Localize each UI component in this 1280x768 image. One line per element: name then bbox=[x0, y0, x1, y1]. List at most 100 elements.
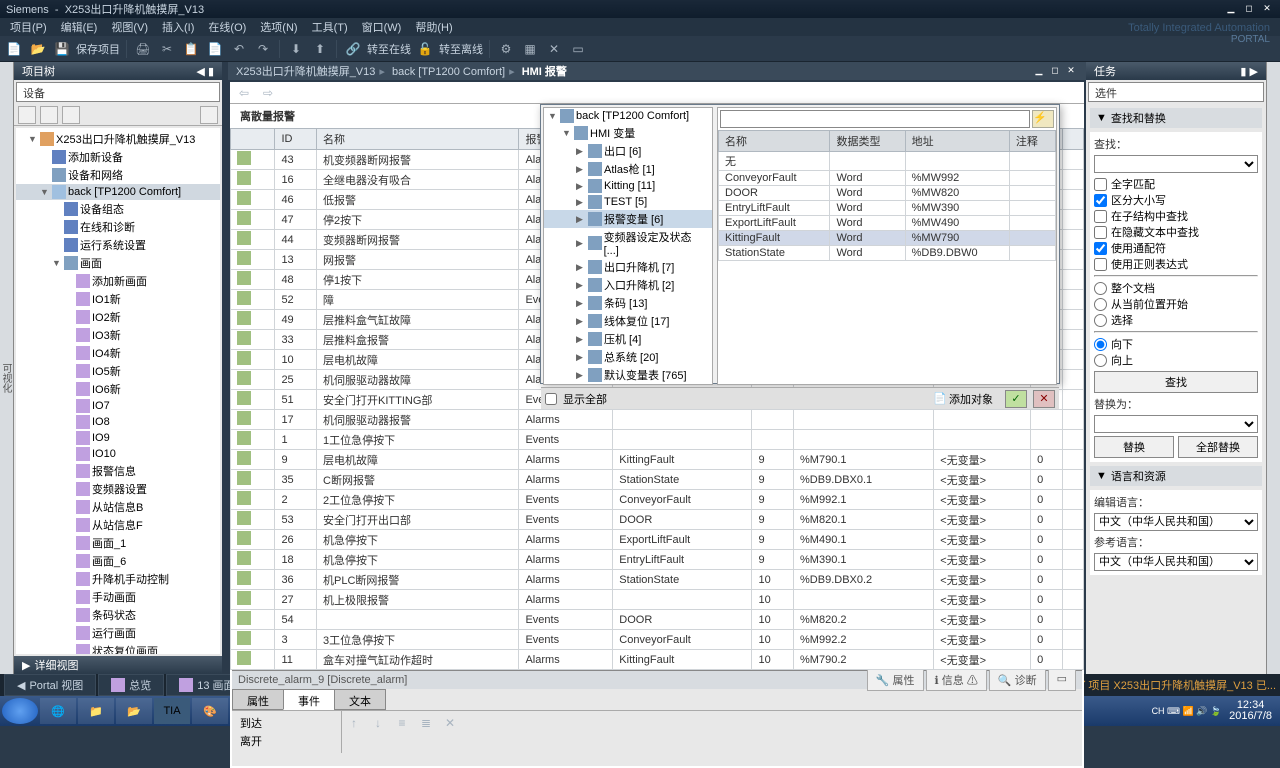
tree-item[interactable]: IO5新 bbox=[16, 362, 220, 380]
tab-properties[interactable]: 🔧 属性 bbox=[867, 669, 924, 691]
popup-tree-item[interactable]: ▶TEST [5] bbox=[544, 194, 712, 210]
popup-tree-item[interactable]: ▶报警变量 [6] bbox=[544, 210, 712, 228]
project-tree[interactable]: ▼X253出口升降机触摸屏_V13添加新设备设备和网络▼back [TP1200… bbox=[16, 128, 220, 654]
tree-item[interactable]: ▼X253出口升降机触摸屏_V13 bbox=[16, 130, 220, 148]
popup-tree-item[interactable]: ▶Atlas枪 [1] bbox=[544, 160, 712, 178]
editor-close-icon[interactable]: ✕ bbox=[1064, 65, 1078, 77]
status-tab[interactable]: 总览 bbox=[98, 674, 164, 696]
popup-tree[interactable]: ▼back [TP1200 Comfort]▼HMI 变量▶出口 [6]▶Atl… bbox=[543, 107, 713, 385]
list-item[interactable]: ConveyorFaultWord%MW992 bbox=[719, 171, 1056, 186]
table-row[interactable]: 11工位急停按下Events bbox=[231, 430, 1084, 450]
tree-item[interactable]: 画面_1 bbox=[16, 534, 220, 552]
popup-tree-item[interactable]: ▶总系统 [20] bbox=[544, 348, 712, 366]
fwd-icon[interactable]: ⇨ bbox=[258, 83, 278, 103]
table-row[interactable]: 27机上极限报警Alarms10<无变量>0 bbox=[231, 590, 1084, 610]
tree-item[interactable]: 状态复位画面 bbox=[16, 642, 220, 654]
tree-item[interactable]: IO3新 bbox=[16, 326, 220, 344]
tab-diag[interactable]: 🔍 诊断 bbox=[989, 669, 1046, 691]
find-button[interactable]: 查找 bbox=[1094, 371, 1258, 393]
tree-item[interactable]: 运行系统设置 bbox=[16, 236, 220, 254]
popup-tree-item[interactable]: ▶条码 [13] bbox=[544, 294, 712, 312]
popup-tree-item[interactable]: ▶Kitting [11] bbox=[544, 178, 712, 194]
minimize-button[interactable]: ▁ bbox=[1224, 3, 1238, 15]
list-item[interactable]: ExportLiftFaultWord%MW490 bbox=[719, 216, 1056, 231]
tree-item[interactable]: 在线和诊断 bbox=[16, 218, 220, 236]
prop-tab-event[interactable]: 事件 bbox=[283, 689, 335, 710]
tree-item[interactable]: 从站信息F bbox=[16, 516, 220, 534]
editor-min-icon[interactable]: ▁ bbox=[1032, 65, 1046, 77]
tree-item[interactable]: 设备和网络 bbox=[16, 166, 220, 184]
table-row[interactable]: 17机伺服驱动器报警Alarms bbox=[231, 410, 1084, 430]
list-item[interactable]: StationStateWord%DB9.DBW0 bbox=[719, 246, 1056, 261]
tree-item[interactable]: IO6新 bbox=[16, 380, 220, 398]
menu-item[interactable]: 项目(P) bbox=[4, 18, 53, 36]
popup-tree-item[interactable]: ▶压机 [4] bbox=[544, 330, 712, 348]
table-row[interactable]: 22工位急停按下EventsConveyorFault9%M992.1<无变量>… bbox=[231, 490, 1084, 510]
explorer-icon[interactable]: 📁 bbox=[78, 698, 114, 724]
tree-tool-2[interactable] bbox=[40, 106, 58, 124]
tree-item[interactable]: 变频器设置 bbox=[16, 480, 220, 498]
tree-item[interactable]: IO2新 bbox=[16, 308, 220, 326]
table-row[interactable]: 9层电机故障AlarmsKittingFault9%M790.1<无变量>0 bbox=[231, 450, 1084, 470]
filter-button[interactable]: ⚡ bbox=[1032, 110, 1054, 128]
tree-item[interactable]: ▼画面 bbox=[16, 254, 220, 272]
right-vertical-tab[interactable] bbox=[1266, 62, 1280, 674]
replaceall-button[interactable]: 全部替换 bbox=[1178, 436, 1258, 458]
table-row[interactable]: 18机急停按下AlarmsEntryLiftFault9%M390.1<无变量>… bbox=[231, 550, 1084, 570]
find-option-checkbox[interactable] bbox=[1094, 242, 1107, 255]
list-item[interactable]: EntryLiftFaultWord%MW390 bbox=[719, 201, 1056, 216]
popup-tree-item[interactable]: ▶出口升降机 [7] bbox=[544, 258, 712, 276]
tree-item[interactable]: IO1新 bbox=[16, 290, 220, 308]
ref-lang-select[interactable]: 中文（中华人民共和国） bbox=[1094, 553, 1258, 571]
tree-item[interactable]: 添加新设备 bbox=[16, 148, 220, 166]
table-row[interactable]: 36机PLC断网报警AlarmsStationState10%DB9.DBX0.… bbox=[231, 570, 1084, 590]
tree-item[interactable]: 升降机手动控制 bbox=[16, 570, 220, 588]
popup-tree-item[interactable]: ▶线体复位 [17] bbox=[544, 312, 712, 330]
print-icon[interactable]: 🖨 bbox=[133, 39, 153, 59]
tree-tool-3[interactable] bbox=[62, 106, 80, 124]
prop-tab-attr[interactable]: 属性 bbox=[232, 689, 284, 710]
paste-icon[interactable]: 📄 bbox=[205, 39, 225, 59]
table-row[interactable]: 35C断网报警AlarmsStationState9%DB9.DBX0.1<无变… bbox=[231, 470, 1084, 490]
table-row[interactable]: 53安全门打开出口部EventsDOOR9%M820.1<无变量>0 bbox=[231, 510, 1084, 530]
undo-icon[interactable]: ↶ bbox=[229, 39, 249, 59]
save-icon[interactable]: 💾 bbox=[52, 39, 72, 59]
back-icon[interactable]: ⇦ bbox=[234, 83, 254, 103]
left-vertical-tab[interactable]: 可视化 bbox=[0, 62, 14, 674]
find-option-checkbox[interactable] bbox=[1094, 226, 1107, 239]
tia-icon[interactable]: TIA bbox=[154, 698, 190, 724]
popup-tree-item[interactable]: ▶默认变量表 [765] bbox=[544, 366, 712, 384]
find-option-checkbox[interactable] bbox=[1094, 194, 1107, 207]
close-button[interactable]: ✕ bbox=[1260, 3, 1274, 15]
tree-item[interactable]: 从站信息B bbox=[16, 498, 220, 516]
menu-item[interactable]: 帮助(H) bbox=[409, 18, 458, 36]
add-object-button[interactable]: 📄 添加对象 bbox=[927, 390, 999, 408]
find-option-checkbox[interactable] bbox=[1094, 178, 1107, 191]
open-icon[interactable]: 📂 bbox=[28, 39, 48, 59]
tree-tool-1[interactable] bbox=[18, 106, 36, 124]
popup-tree-item[interactable]: ▶变频器设定及状态 [...] bbox=[544, 228, 712, 258]
menu-item[interactable]: 插入(I) bbox=[156, 18, 200, 36]
tree-item[interactable]: 运行画面 bbox=[16, 624, 220, 642]
menu-item[interactable]: 编辑(E) bbox=[55, 18, 104, 36]
prop-tab-text[interactable]: 文本 bbox=[334, 689, 386, 710]
list-item[interactable]: KittingFaultWord%MW790 bbox=[719, 231, 1056, 246]
find-option-checkbox[interactable] bbox=[1094, 210, 1107, 223]
table-row[interactable]: 54EventsDOOR10%M820.2<无变量>0 bbox=[231, 610, 1084, 630]
tree-item[interactable]: 画面_6 bbox=[16, 552, 220, 570]
portal-view-tab[interactable]: ◀ Portal 视图 bbox=[4, 674, 96, 696]
menu-item[interactable]: 选项(N) bbox=[254, 18, 303, 36]
start-button[interactable] bbox=[2, 698, 38, 724]
maximize-button[interactable]: ◻ bbox=[1242, 3, 1256, 15]
tree-item[interactable]: IO10 bbox=[16, 446, 220, 462]
tree-item[interactable]: IO8 bbox=[16, 414, 220, 430]
ie-icon[interactable]: 🌐 bbox=[40, 698, 76, 724]
unlink-icon[interactable]: 🔓 bbox=[415, 39, 435, 59]
folder-icon[interactable]: 📂 bbox=[116, 698, 152, 724]
showall-checkbox[interactable] bbox=[545, 393, 557, 405]
menu-item[interactable]: 窗口(W) bbox=[356, 18, 408, 36]
list-item[interactable]: DOORWord%MW820 bbox=[719, 186, 1056, 201]
copy-icon[interactable]: 📋 bbox=[181, 39, 201, 59]
tree-item[interactable]: 条码状态 bbox=[16, 606, 220, 624]
popup-tree-item[interactable]: ▼HMI 变量 bbox=[544, 124, 712, 142]
